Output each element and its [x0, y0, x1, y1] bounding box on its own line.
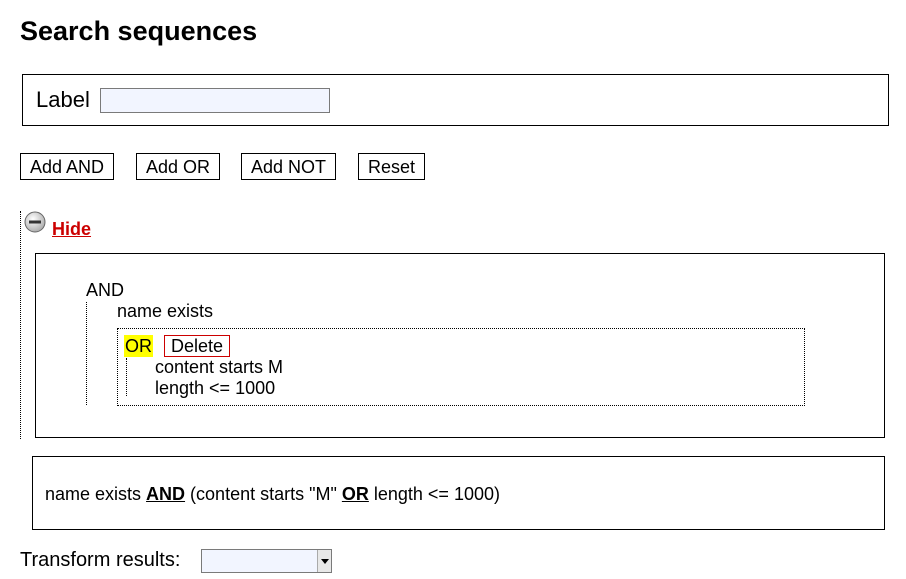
add-not-button[interactable]: Add NOT — [241, 153, 337, 180]
expression-part: (content starts "M" — [185, 484, 342, 504]
root-operator: AND — [86, 280, 125, 300]
hide-tree-link[interactable]: Hide — [52, 218, 91, 240]
group-operator[interactable]: OR — [124, 335, 153, 357]
label-panel: Label — [22, 74, 889, 126]
add-and-button[interactable]: Add AND — [20, 153, 115, 180]
expression-part: length <= 1000) — [368, 484, 500, 504]
group-branch-line — [126, 358, 127, 396]
label-field-label: Label — [36, 87, 90, 112]
expression-operator-or: OR — [341, 484, 369, 504]
or-group: OR Delete content starts M length <= 100… — [117, 328, 805, 406]
tree-guide-line — [20, 211, 21, 439]
transform-select[interactable] — [201, 549, 332, 573]
delete-group-button[interactable]: Delete — [164, 335, 231, 357]
query-tree-panel: AND name exists OR Delete content starts… — [35, 253, 885, 438]
condition-name-exists: name exists — [117, 301, 214, 321]
condition-length: length <= 1000 — [155, 378, 276, 398]
collapse-minus-icon[interactable] — [24, 211, 46, 233]
expression-panel: name exists AND (content starts "M" OR l… — [32, 456, 885, 530]
root-branch-line — [86, 302, 87, 405]
condition-content-starts: content starts M — [155, 357, 284, 377]
expression-operator-and: AND — [146, 484, 186, 504]
expression-text: name exists AND (content starts "M" OR l… — [45, 483, 500, 505]
expression-part: name exists — [45, 484, 147, 504]
label-input[interactable] — [100, 88, 330, 113]
reset-button[interactable]: Reset — [358, 153, 426, 180]
page-title: Search sequences — [20, 16, 258, 46]
add-or-button[interactable]: Add OR — [136, 153, 221, 180]
dropdown-arrow-icon[interactable] — [317, 550, 331, 572]
transform-label: Transform results: — [20, 549, 181, 571]
